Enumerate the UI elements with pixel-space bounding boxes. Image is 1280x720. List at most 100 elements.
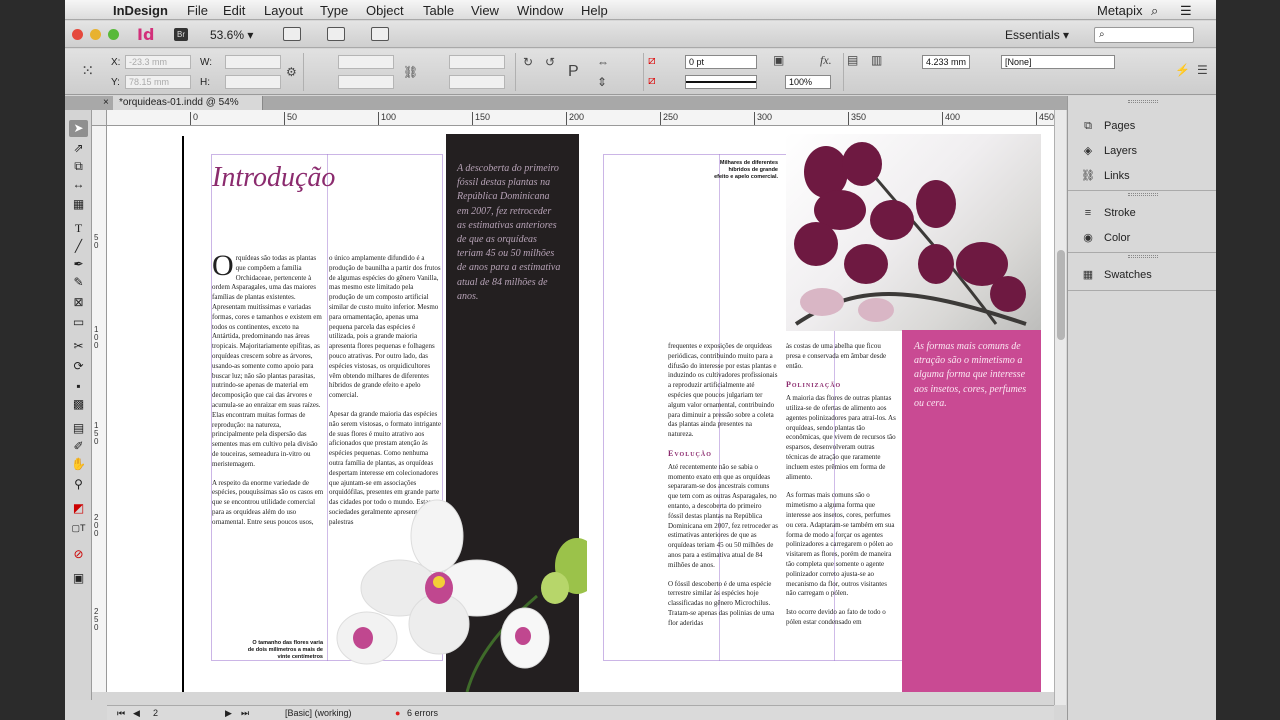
- scroll-thumb[interactable]: [1057, 250, 1065, 340]
- panel-grip[interactable]: [1128, 255, 1158, 258]
- panel-swatches[interactable]: ▦ Swatches: [1080, 265, 1210, 285]
- scale-x-field[interactable]: [338, 55, 394, 69]
- object-style-select[interactable]: [None]: [1001, 55, 1115, 69]
- zoom-level-select[interactable]: 53.6% ▾: [210, 28, 253, 42]
- menu-view[interactable]: View: [471, 3, 499, 18]
- previous-page-icon[interactable]: ◀: [133, 708, 140, 719]
- screen-mode-tool-icon[interactable]: ▣: [69, 570, 88, 587]
- apply-none-icon[interactable]: ⊘: [69, 546, 88, 563]
- first-page-icon[interactable]: ⏮: [117, 708, 125, 719]
- effects-fx-icon[interactable]: fx.: [820, 53, 832, 68]
- rotate-ccw-icon[interactable]: ↺: [545, 55, 555, 69]
- panel-grip[interactable]: [1128, 100, 1158, 103]
- panel-color[interactable]: ◉ Color: [1080, 228, 1210, 248]
- panel-layers[interactable]: ◈ Layers: [1080, 141, 1210, 161]
- scale-y-field[interactable]: [338, 75, 394, 89]
- eyedropper-tool-icon[interactable]: ✐: [69, 438, 88, 455]
- panel-stroke[interactable]: ≡ Stroke: [1080, 203, 1210, 223]
- ruler-origin[interactable]: [92, 110, 107, 126]
- screen-mode-icon[interactable]: [327, 27, 345, 41]
- menu-table[interactable]: Table: [423, 3, 454, 18]
- type-tool-icon[interactable]: T: [69, 220, 88, 237]
- text-wrap-icon[interactable]: ▤: [847, 53, 858, 67]
- zoom-window-button[interactable]: [108, 29, 119, 40]
- content-collector-icon[interactable]: ▦: [69, 196, 88, 213]
- vertical-scrollbar[interactable]: [1054, 110, 1066, 705]
- stroke-type-select[interactable]: [685, 75, 757, 89]
- zoom-tool-icon[interactable]: ⚲: [69, 476, 88, 493]
- text-column-4[interactable]: às costas de uma abelha que ficou presa …: [786, 342, 896, 637]
- pull-quote-1[interactable]: A descoberta do primeiro fóssil destas p…: [457, 162, 562, 304]
- pen-tool-icon[interactable]: ✒: [69, 256, 88, 273]
- document-canvas[interactable]: Introdução Orquídeas são todas as planta…: [107, 126, 1054, 692]
- direct-selection-tool-icon[interactable]: ⇗: [69, 140, 88, 157]
- height-field[interactable]: [225, 75, 281, 89]
- text-column-3[interactable]: frequentes e exposições de orquídeas per…: [668, 342, 778, 638]
- gap-tool-icon[interactable]: ↔: [69, 176, 88, 193]
- note-tool-icon[interactable]: ▤: [69, 420, 88, 437]
- hand-tool-icon[interactable]: ✋: [69, 456, 88, 473]
- line-tool-icon[interactable]: ╱: [69, 238, 88, 255]
- stroke-weight-field[interactable]: 0 pt: [685, 55, 757, 69]
- scissors-tool-icon[interactable]: ✂: [69, 338, 88, 355]
- path-type-icon[interactable]: P: [568, 63, 579, 81]
- stroke-swatch-icon[interactable]: ⧄: [648, 73, 656, 88]
- menu-list-icon[interactable]: ☰: [1180, 3, 1192, 19]
- help-search-input[interactable]: ⌕: [1094, 27, 1194, 43]
- frame-fitting-icon[interactable]: ▣: [773, 53, 784, 67]
- close-tab-icon[interactable]: ×: [103, 96, 109, 110]
- width-field[interactable]: [225, 55, 281, 69]
- menu-file[interactable]: File: [187, 3, 208, 18]
- panel-links[interactable]: ⛓ Links: [1080, 166, 1210, 186]
- x-field[interactable]: -23.3 mm: [125, 55, 191, 69]
- close-window-button[interactable]: [72, 29, 83, 40]
- bridge-button[interactable]: Br: [174, 28, 188, 41]
- vertical-ruler[interactable]: 5 0 1 0 0 1 5 0 2 0 0 2 5 0: [92, 126, 107, 692]
- opacity-field[interactable]: 100%: [785, 75, 831, 89]
- corner-size-field[interactable]: 4.233 mm: [922, 55, 970, 69]
- pencil-tool-icon[interactable]: ✎: [69, 274, 88, 291]
- reference-point-icon[interactable]: ⁙: [81, 61, 94, 81]
- rectangle-frame-tool-icon[interactable]: ⊠: [69, 294, 88, 311]
- panel-grip[interactable]: [1128, 193, 1158, 196]
- gradient-feather-tool-icon[interactable]: ▩: [69, 396, 88, 413]
- menu-layout[interactable]: Layout: [264, 3, 303, 18]
- selection-tool-icon[interactable]: ➤: [69, 120, 88, 137]
- flip-horizontal-icon[interactable]: ⇔: [597, 55, 609, 69]
- panel-menu-icon[interactable]: ☰: [1197, 63, 1208, 77]
- wrap-around-icon[interactable]: ▥: [871, 53, 882, 67]
- next-page-icon[interactable]: ▶: [225, 708, 232, 719]
- menu-object[interactable]: Object: [366, 3, 404, 18]
- menu-help[interactable]: Help: [581, 3, 608, 18]
- rotate-cw-icon[interactable]: ↻: [523, 55, 533, 69]
- document-tab[interactable]: *orquideas-01.indd @ 54%: [113, 96, 263, 110]
- menu-window[interactable]: Window: [517, 3, 563, 18]
- caption-right[interactable]: Milhares de diferentes híbridos de grand…: [714, 160, 778, 181]
- menu-app-name[interactable]: InDesign: [113, 3, 168, 18]
- menu-edit[interactable]: Edit: [223, 3, 245, 18]
- rectangle-tool-icon[interactable]: ▭: [69, 314, 88, 331]
- scale-link-icon[interactable]: ⛓: [403, 65, 418, 79]
- purple-orchid-photo[interactable]: [786, 134, 1041, 331]
- pull-quote-2[interactable]: As formas mais comuns de atração são o m…: [914, 340, 1034, 411]
- flip-vertical-icon[interactable]: ⇕: [597, 75, 607, 89]
- panel-pages[interactable]: ⧉ Pages: [1080, 116, 1210, 136]
- preflight-profile-select[interactable]: [Basic] (working): [285, 708, 352, 718]
- constrain-proportions-icon[interactable]: ⚙: [286, 65, 297, 79]
- fill-swatch-icon[interactable]: ⧄: [648, 53, 656, 68]
- page-number-field[interactable]: 2: [153, 708, 158, 718]
- preflight-errors[interactable]: 6 errors: [407, 708, 438, 718]
- menu-type[interactable]: Type: [320, 3, 348, 18]
- last-page-icon[interactable]: ⏭: [241, 708, 249, 719]
- page-tool-icon[interactable]: ⧉: [69, 158, 88, 175]
- free-transform-tool-icon[interactable]: ⟳: [69, 358, 88, 375]
- white-orchid-image[interactable]: [327, 496, 587, 692]
- menu-right-app[interactable]: Metapix: [1097, 3, 1143, 18]
- view-options-icon[interactable]: [283, 27, 301, 41]
- gradient-swatch-tool-icon[interactable]: ▪: [69, 378, 88, 395]
- text-column-2[interactable]: o único amplamente difundido é a produçã…: [329, 254, 441, 537]
- shear-field[interactable]: [449, 75, 505, 89]
- formatting-container-icon[interactable]: ▢T: [69, 520, 88, 537]
- rotation-field[interactable]: [449, 55, 505, 69]
- spotlight-search-icon[interactable]: ⌕: [1151, 3, 1158, 19]
